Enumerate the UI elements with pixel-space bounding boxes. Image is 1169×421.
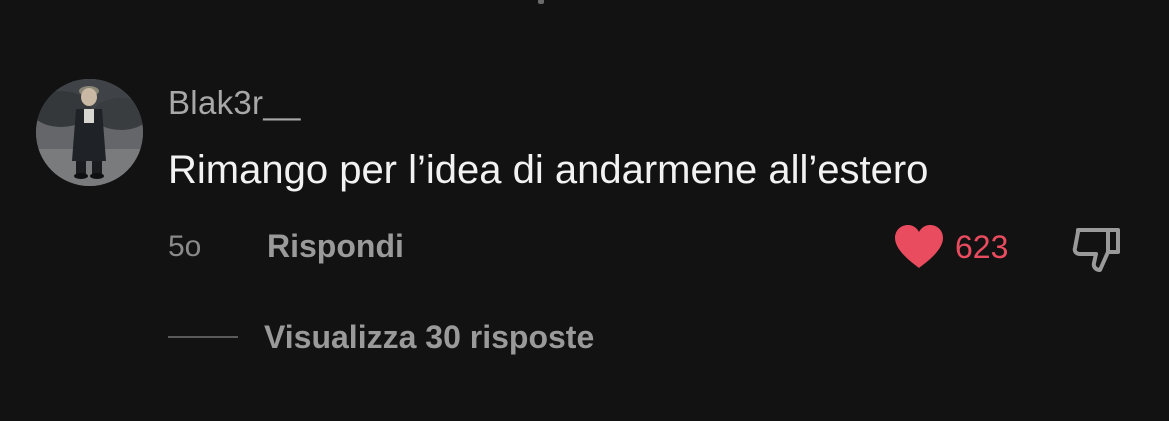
view-replies-button[interactable]: Visualizza 30 risposte (168, 316, 594, 358)
dislike-button[interactable] (1070, 222, 1124, 276)
avatar-image (36, 79, 143, 186)
view-replies-label: Visualizza 30 risposte (264, 318, 595, 355)
thumbs-down-icon (1072, 228, 1120, 272)
comment-age: 5o (168, 230, 202, 263)
like-button[interactable]: 623 (893, 222, 1008, 272)
reply-button[interactable]: Rispondi (267, 228, 404, 265)
avatar[interactable] (36, 79, 143, 186)
comment-item: Blak3r__ Rimango per l’idea di andarmene… (0, 0, 1169, 421)
comment-text: Rimango per l’idea di andarmene all’este… (168, 148, 929, 192)
heart-icon (893, 224, 945, 270)
replies-divider (168, 336, 238, 338)
like-count: 623 (955, 228, 1009, 265)
username[interactable]: Blak3r__ (168, 84, 301, 122)
